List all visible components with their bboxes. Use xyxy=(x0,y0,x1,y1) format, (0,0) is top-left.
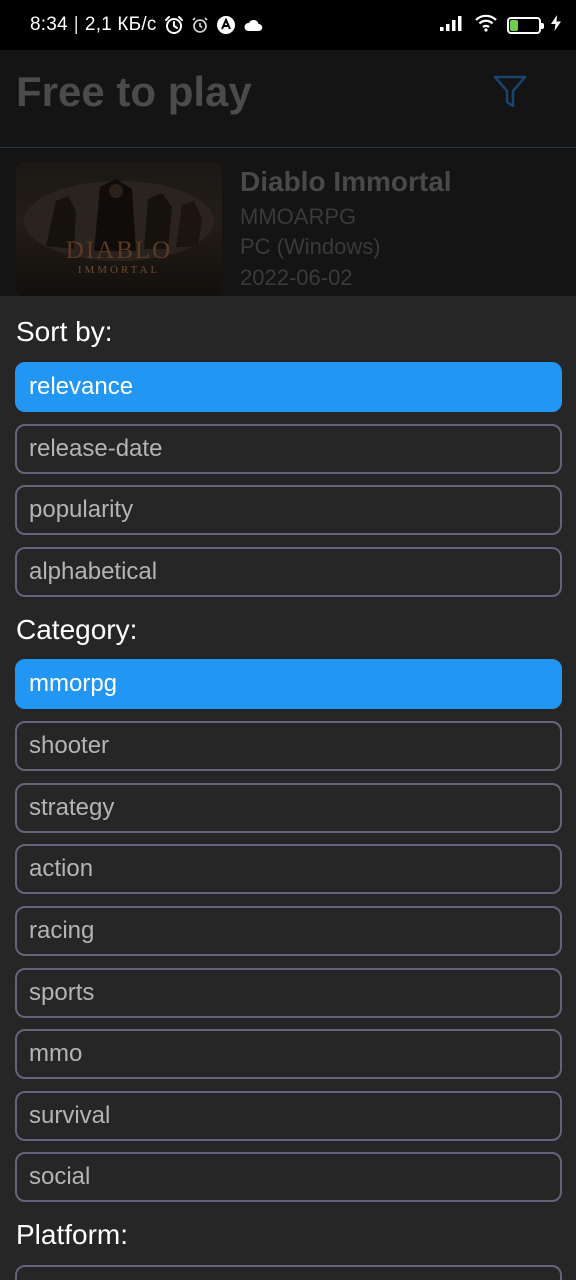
screen: 8:34 | 2,1 КБ/с 25 Free to play DIABLO I… xyxy=(0,0,576,1280)
option-label: mmo xyxy=(29,1040,83,1067)
battery-fill xyxy=(510,19,518,31)
game-release-date: 2022-06-02 xyxy=(240,265,353,290)
alarm-outline-icon xyxy=(191,16,209,34)
status-bar: 8:34 | 2,1 КБ/с 25 xyxy=(0,0,576,50)
option-label: release-date xyxy=(29,435,163,462)
option-label: strategy xyxy=(29,794,115,821)
sort-title: Sort by: xyxy=(16,316,113,347)
category-option-mmo[interactable]: mmo xyxy=(15,1029,562,1079)
sort-option-relevance[interactable]: relevance xyxy=(15,362,562,412)
wifi-icon xyxy=(474,14,498,37)
status-separator: | xyxy=(73,14,79,35)
thumbnail-logo: DIABLO xyxy=(65,237,173,264)
category-option-mmorpg[interactable]: mmorpg xyxy=(15,659,562,709)
sort-option-alphabetical[interactable]: alphabetical xyxy=(15,547,562,597)
thumbnail-art xyxy=(24,179,214,261)
option-label: social xyxy=(29,1163,91,1190)
alarm-icon xyxy=(164,15,184,35)
option-label: survival xyxy=(29,1102,111,1129)
game-card[interactable]: DIABLO IMMORTAL Diablo Immortal MMOARPG … xyxy=(0,148,576,297)
option-label: relevance xyxy=(29,373,134,400)
category-option-strategy[interactable]: strategy xyxy=(15,783,562,833)
app-bar: Free to play xyxy=(0,50,576,148)
thumbnail-logo-sub: IMMORTAL xyxy=(77,264,161,276)
game-thumbnail: DIABLO IMMORTAL xyxy=(16,161,222,297)
status-left: 8:34 | 2,1 КБ/с xyxy=(30,14,263,36)
page-title: Free to play xyxy=(16,68,252,115)
battery-icon: 25 xyxy=(507,16,544,34)
game-platform: PC (Windows) xyxy=(240,234,381,259)
category-option-shooter[interactable]: shooter xyxy=(15,721,562,771)
status-right: 25 xyxy=(439,14,562,37)
sort-option-popularity[interactable]: popularity xyxy=(15,485,562,535)
status-net-speed: 2,1 КБ/с xyxy=(84,14,157,35)
option-label: sports xyxy=(29,979,95,1006)
charging-bolt-icon xyxy=(550,14,562,37)
signal-icon xyxy=(439,14,465,37)
category-title: Category: xyxy=(16,614,138,645)
category-option-social[interactable]: social xyxy=(15,1152,562,1202)
category-option-survival[interactable]: survival xyxy=(15,1091,562,1141)
category-option-racing[interactable]: racing xyxy=(15,906,562,956)
option-label: mmorpg xyxy=(29,670,118,697)
sort-option-release-date[interactable]: release-date xyxy=(15,424,562,474)
option-label: popularity xyxy=(29,496,134,523)
option-label: alphabetical xyxy=(29,558,158,585)
option-label: shooter xyxy=(29,732,110,759)
game-title: Diablo Immortal xyxy=(240,166,452,197)
platform-title: Platform: xyxy=(16,1219,129,1250)
option-label: action xyxy=(29,855,94,882)
cloud-icon xyxy=(243,18,263,32)
battery-tip xyxy=(541,22,544,29)
battery-level: 25 xyxy=(517,19,531,31)
filter-funnel-icon xyxy=(493,75,527,108)
category-option-sports[interactable]: sports xyxy=(15,968,562,1018)
status-time: 8:34 xyxy=(30,14,68,35)
option-label: racing xyxy=(29,917,95,944)
filter-button[interactable] xyxy=(488,70,532,114)
app-a-icon xyxy=(216,15,236,35)
game-genre: MMOARPG xyxy=(240,204,357,229)
category-option-action[interactable]: action xyxy=(15,844,562,894)
platform-option[interactable] xyxy=(15,1265,562,1280)
filter-sheet: Sort by: relevance release-date populari… xyxy=(0,296,576,1280)
